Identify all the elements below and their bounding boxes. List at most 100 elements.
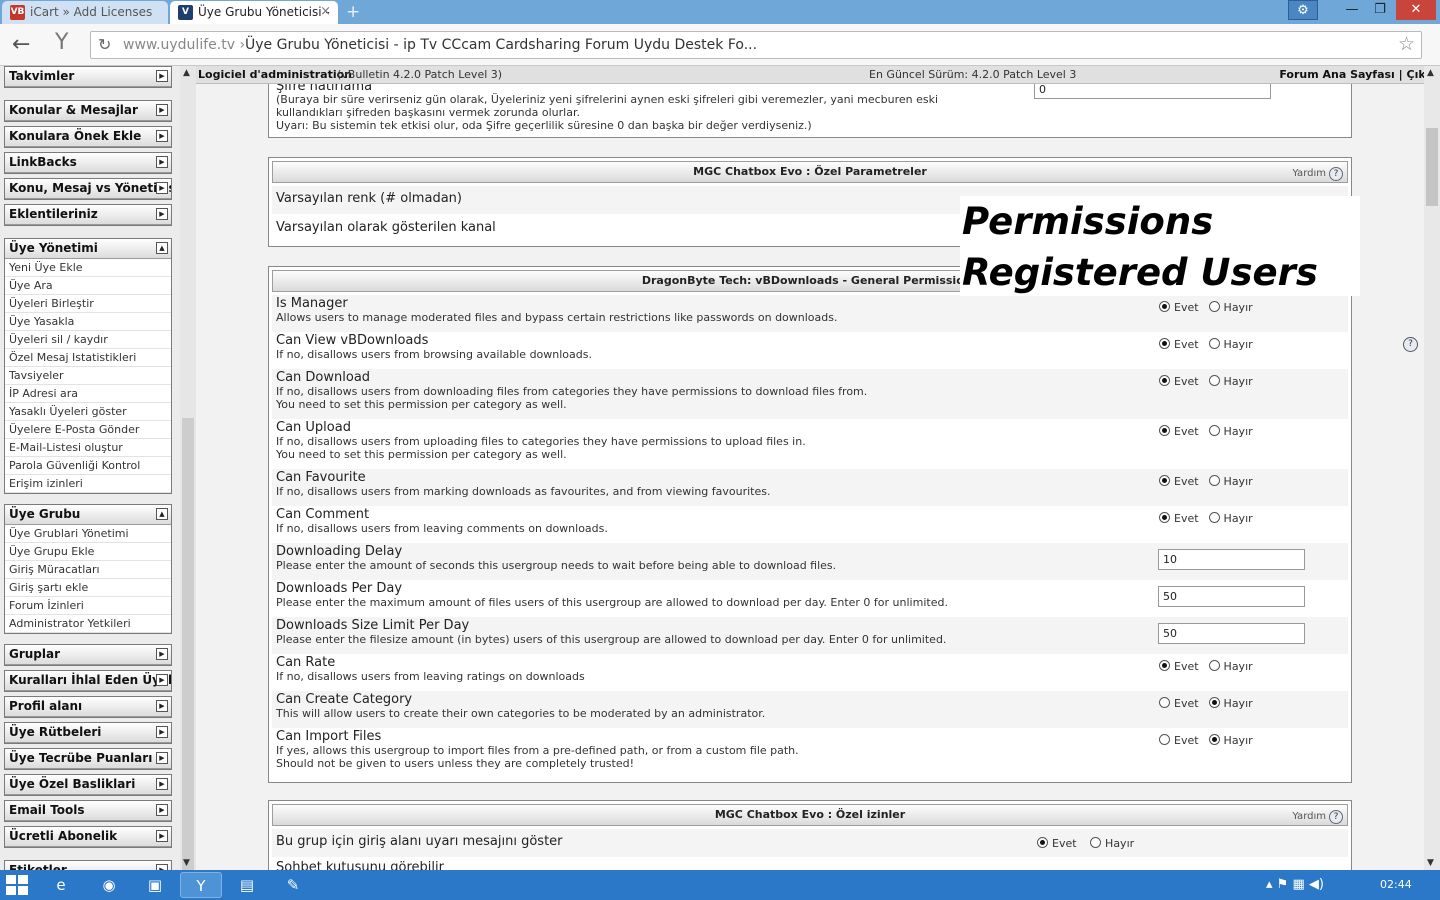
sidebar-group-header[interactable]: Email Tools ▶ bbox=[5, 801, 171, 821]
permission-input[interactable]: 50 bbox=[1158, 586, 1305, 607]
radio-no[interactable] bbox=[1208, 512, 1220, 523]
tab-icart[interactable]: VB iCart » Add Licenses bbox=[2, 1, 168, 24]
radio-yes[interactable] bbox=[1159, 425, 1170, 436]
scroll-thumb[interactable] bbox=[1426, 128, 1438, 206]
radio-no[interactable] bbox=[1208, 660, 1220, 671]
password-history-input[interactable]: 0 bbox=[1034, 84, 1271, 99]
scroll-thumb[interactable] bbox=[182, 418, 194, 888]
radio-yes[interactable] bbox=[1159, 734, 1170, 745]
sidebar-item[interactable]: Üye Grublari Yönetimi bbox=[5, 525, 171, 543]
sidebar-scrollbar[interactable]: ▲ ▼ bbox=[180, 66, 196, 888]
sidebar-group-header[interactable]: Profil alanı ▶ bbox=[5, 697, 171, 717]
radio-no[interactable] bbox=[1208, 425, 1220, 436]
internet-explorer-icon[interactable]: e bbox=[40, 872, 82, 898]
expand-arrow-icon[interactable]: ▶ bbox=[156, 104, 168, 116]
radio-yes[interactable] bbox=[1159, 475, 1170, 486]
expand-arrow-icon[interactable]: ▶ bbox=[156, 778, 168, 790]
header-links[interactable]: Forum Ana Sayfası | Çıkış bbox=[1279, 66, 1436, 83]
windows-start-icon[interactable] bbox=[6, 875, 28, 895]
radio-yes[interactable] bbox=[1037, 837, 1048, 848]
sidebar-group-header[interactable]: Üye Rütbeleri ▶ bbox=[5, 723, 171, 743]
expand-arrow-icon[interactable]: ▶ bbox=[156, 752, 168, 764]
help-link[interactable]: Yardım? bbox=[1292, 164, 1343, 184]
expand-arrow-icon[interactable]: ▶ bbox=[156, 648, 168, 660]
sidebar-group-header[interactable]: Konu, Mesaj vs Yöneticisi ▶ bbox=[5, 179, 171, 199]
media-app-icon[interactable]: ▤ bbox=[226, 872, 268, 898]
scroll-up-icon[interactable]: ▲ bbox=[1427, 68, 1434, 78]
scroll-up-icon[interactable]: ▲ bbox=[183, 68, 190, 78]
radio-no[interactable] bbox=[1208, 338, 1220, 349]
help-icon[interactable]: ? bbox=[1403, 337, 1418, 352]
collapse-arrow-icon[interactable]: ▲ bbox=[156, 508, 168, 520]
radio-yes[interactable] bbox=[1159, 660, 1170, 671]
radio-no[interactable] bbox=[1208, 697, 1220, 708]
system-tray[interactable]: ▴ ⚑ ▦ ◀) bbox=[1266, 877, 1324, 892]
network-app-icon[interactable]: ▣ bbox=[134, 872, 176, 898]
sidebar-item[interactable]: E-Mail-Listesi oluştur bbox=[5, 439, 171, 457]
help-link[interactable]: Yardım? bbox=[1292, 807, 1343, 827]
help-icon[interactable]: ? bbox=[1329, 810, 1343, 824]
sidebar-item[interactable]: Üyeleri sil / kaydır bbox=[5, 331, 171, 349]
sidebar-group-header[interactable]: Ücretli Abonelik ▶ bbox=[5, 827, 171, 847]
radio-no[interactable] bbox=[1208, 301, 1220, 312]
reload-icon[interactable]: ↻ bbox=[98, 35, 111, 54]
sidebar-group-header[interactable]: Kuralları İhlal Eden Üyeler ▶ bbox=[5, 671, 171, 691]
scroll-down-icon[interactable]: ▼ bbox=[183, 858, 190, 868]
expand-arrow-icon[interactable]: ▶ bbox=[156, 156, 168, 168]
settings-gear-icon[interactable]: ⚙ bbox=[1288, 0, 1318, 20]
permission-input[interactable]: 50 bbox=[1158, 623, 1305, 644]
sidebar-item[interactable]: Forum İzinleri bbox=[5, 597, 171, 615]
sidebar-item[interactable]: İP Adresi ara bbox=[5, 385, 171, 403]
firefox-icon[interactable]: ◉ bbox=[88, 872, 130, 898]
sidebar-item[interactable]: Yeni Üye Ekle bbox=[5, 259, 171, 277]
expand-arrow-icon[interactable]: ▶ bbox=[156, 726, 168, 738]
sidebar-group-header[interactable]: Üye Özel Basliklari ▶ bbox=[5, 775, 171, 795]
radio-yes[interactable] bbox=[1159, 512, 1170, 523]
sidebar-group-header[interactable]: Takvimler ▶ bbox=[5, 67, 171, 87]
expand-arrow-icon[interactable]: ▶ bbox=[156, 700, 168, 712]
main-scrollbar[interactable]: ▲ ▼ bbox=[1424, 66, 1440, 870]
sidebar-item[interactable]: Özel Mesaj Istatistikleri bbox=[5, 349, 171, 367]
paint-app-icon[interactable]: ✎ bbox=[272, 872, 314, 898]
expand-arrow-icon[interactable]: ▶ bbox=[156, 208, 168, 220]
radio-no[interactable] bbox=[1208, 375, 1220, 386]
expand-arrow-icon[interactable]: ▶ bbox=[156, 130, 168, 142]
expand-arrow-icon[interactable]: ▶ bbox=[156, 70, 168, 82]
sidebar-group-header[interactable]: Konular & Mesajlar ▶ bbox=[5, 101, 171, 121]
sidebar-item[interactable]: Üyeleri Birleştir bbox=[5, 295, 171, 313]
radio-yes[interactable] bbox=[1159, 338, 1170, 349]
radio-yes[interactable] bbox=[1159, 697, 1170, 708]
yandex-logo-icon[interactable]: Y bbox=[55, 30, 68, 55]
url-field[interactable]: ↻ www.uydulife.tv › Üye Grubu Yöneticisi… bbox=[90, 31, 1422, 59]
sidebar-group-header[interactable]: Gruplar ▶ bbox=[5, 645, 171, 665]
sidebar-item[interactable]: Üyelere E-Posta Gönder bbox=[5, 421, 171, 439]
yandex-browser-icon[interactable]: Y bbox=[180, 872, 222, 898]
expand-arrow-icon[interactable]: ▶ bbox=[156, 182, 168, 194]
sidebar-item[interactable]: Giriş şartı ekle bbox=[5, 579, 171, 597]
radio-no[interactable] bbox=[1090, 837, 1102, 848]
expand-arrow-icon[interactable]: ▶ bbox=[156, 804, 168, 816]
bookmark-star-icon[interactable]: ☆ bbox=[1398, 33, 1415, 55]
sidebar-item[interactable]: Tavsiyeler bbox=[5, 367, 171, 385]
back-arrow-icon[interactable]: ← bbox=[12, 32, 30, 57]
sidebar-item[interactable]: Erişim izinleri bbox=[5, 475, 171, 493]
expand-arrow-icon[interactable]: ▶ bbox=[156, 674, 168, 686]
sidebar-item[interactable]: Giriş Müracatları bbox=[5, 561, 171, 579]
radio-no[interactable] bbox=[1208, 734, 1220, 745]
minimize-button[interactable]: — bbox=[1337, 0, 1367, 20]
sidebar-item[interactable]: Yasaklı Üyeleri göster bbox=[5, 403, 171, 421]
radio-yes[interactable] bbox=[1159, 375, 1170, 386]
sidebar-item[interactable]: Üye Ara bbox=[5, 277, 171, 295]
sidebar-group-header[interactable]: Üye Tecrübe Puanları ▶ bbox=[5, 749, 171, 769]
close-window-button[interactable]: ✕ bbox=[1396, 0, 1436, 20]
sidebar-item[interactable]: Parola Güvenliği Kontrol bbox=[5, 457, 171, 475]
sidebar-item[interactable]: Administrator Yetkileri bbox=[5, 615, 171, 633]
tab-usergroup-manager[interactable]: V Üye Grubu Yöneticisi - × bbox=[170, 1, 338, 24]
sidebar-group-header[interactable]: Üye Grubu ▲ bbox=[5, 505, 171, 525]
radio-no[interactable] bbox=[1208, 475, 1220, 486]
help-icon[interactable]: ? bbox=[1329, 167, 1343, 181]
sidebar-group-header[interactable]: Üye Yönetimi ▲ bbox=[5, 239, 171, 259]
sidebar-group-header[interactable]: Etiketler ▶ bbox=[5, 861, 171, 870]
sidebar-group-header[interactable]: Konulara Önek Ekle ▶ bbox=[5, 127, 171, 147]
expand-arrow-icon[interactable]: ▶ bbox=[156, 830, 168, 842]
